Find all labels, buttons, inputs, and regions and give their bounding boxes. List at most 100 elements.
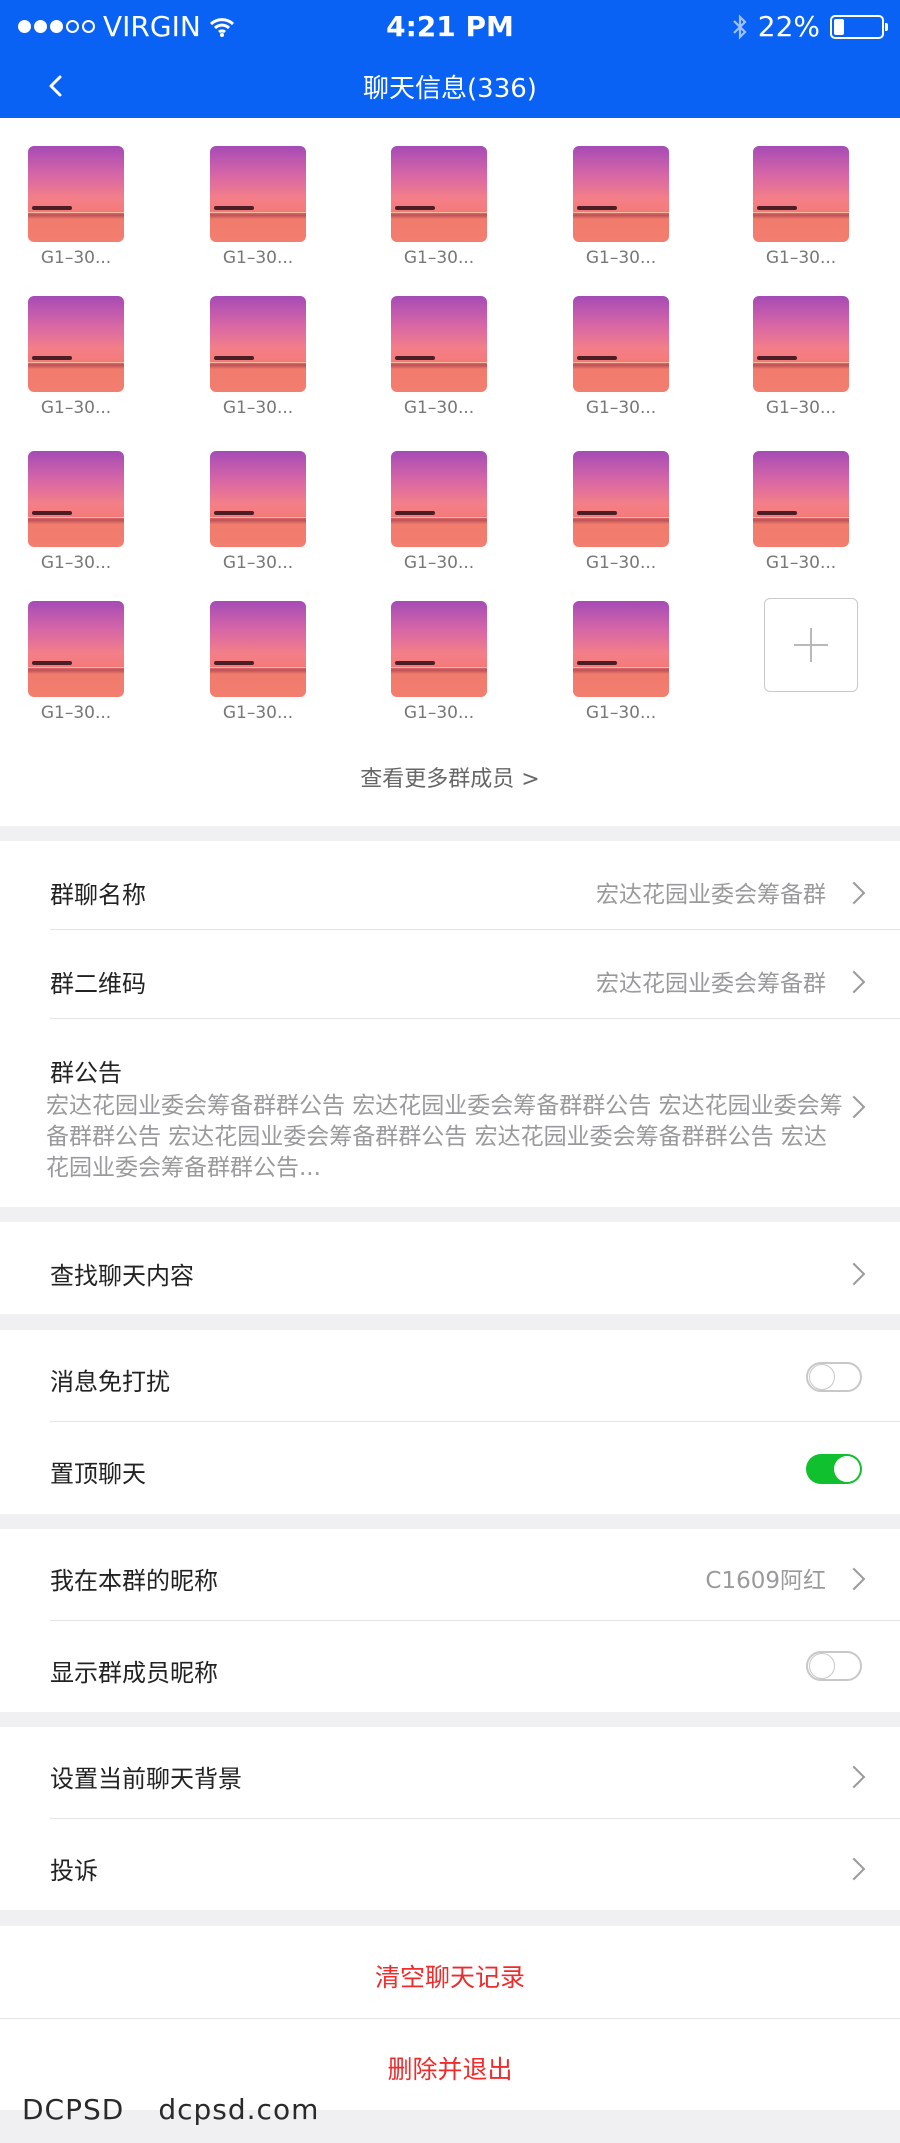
group-name-label: 群聊名称	[50, 881, 146, 909]
avatar	[210, 601, 306, 697]
pin-toggle[interactable]	[806, 1454, 862, 1484]
chevron-right-icon	[842, 970, 866, 994]
member-item[interactable]: G1–30...	[16, 146, 136, 268]
group-notice-label: 群公告	[50, 1059, 122, 1087]
member-name: G1–30...	[585, 553, 657, 573]
member-item[interactable]: G1–30...	[379, 296, 499, 418]
avatar	[753, 146, 849, 242]
group-qrcode-value: 宏达花园业委会筹备群	[596, 971, 826, 997]
member-name: G1–30...	[40, 553, 112, 573]
member-item[interactable]: G1–30...	[379, 146, 499, 268]
report-label: 投诉	[50, 1857, 98, 1885]
my-nickname-label: 我在本群的昵称	[50, 1567, 218, 1595]
member-item[interactable]: G1–30...	[561, 296, 681, 418]
avatar	[391, 601, 487, 697]
watermark-site: dcpsd.com	[158, 2093, 320, 2126]
member-item[interactable]: G1–30...	[561, 146, 681, 268]
my-nickname-value: C1609阿红	[705, 1568, 826, 1594]
mute-toggle[interactable]	[806, 1362, 862, 1392]
member-item[interactable]: G1–30...	[198, 601, 318, 723]
battery-percent: 22%	[757, 10, 820, 43]
member-name: G1–30...	[222, 398, 294, 418]
member-item[interactable]: G1–30...	[741, 146, 861, 268]
actions-section: 清空聊天记录 删除并退出	[0, 1926, 900, 2110]
group-notice-row[interactable]: 群公告 宏达花园业委会筹备群群公告 宏达花园业委会筹备群群公告 宏达花园业委会筹…	[0, 1019, 900, 1207]
member-item[interactable]: G1–30...	[16, 451, 136, 573]
avatar	[573, 146, 669, 242]
bluetooth-icon	[732, 13, 747, 40]
member-name: G1–30...	[403, 398, 475, 418]
avatar	[391, 451, 487, 547]
view-more-members-link[interactable]: 查看更多群成员 >	[0, 761, 900, 793]
watermark-brand: DCPSD	[22, 2093, 125, 2126]
avatar	[28, 601, 124, 697]
group-info-section: 群聊名称 宏达花园业委会筹备群 群二维码 宏达花园业委会筹备群 群公告 宏达花园…	[0, 841, 900, 1207]
avatar	[573, 451, 669, 547]
settings-section: 消息免打扰 置顶聊天	[0, 1330, 900, 1514]
status-bar: VIRGIN 4:21 PM 22%	[0, 0, 900, 54]
member-name: G1–30...	[40, 398, 112, 418]
member-item[interactable]: G1–30...	[198, 146, 318, 268]
avatar	[573, 296, 669, 392]
search-section: 查找聊天内容	[0, 1222, 900, 1314]
chat-background-row[interactable]: 设置当前聊天背景	[0, 1727, 900, 1818]
avatar	[391, 146, 487, 242]
member-name: G1–30...	[40, 248, 112, 268]
member-name: G1–30...	[765, 553, 837, 573]
search-chat-row[interactable]: 查找聊天内容	[0, 1222, 900, 1314]
group-name-value: 宏达花园业委会筹备群	[596, 882, 826, 908]
group-notice-text: 宏达花园业委会筹备群群公告 宏达花园业委会筹备群群公告 宏达花园业委会筹备群群公…	[46, 1093, 843, 1181]
watermark: DCPSD dcpsd.com	[22, 2093, 319, 2126]
show-nickname-label: 显示群成员昵称	[50, 1659, 218, 1687]
member-item[interactable]: G1–30...	[16, 296, 136, 418]
member-item[interactable]: G1–30...	[561, 451, 681, 573]
other-section: 设置当前聊天背景 投诉	[0, 1727, 900, 1910]
member-item[interactable]: G1–30...	[561, 601, 681, 723]
avatar	[210, 296, 306, 392]
show-nickname-row: 显示群成员昵称	[0, 1621, 900, 1712]
clear-history-button[interactable]: 清空聊天记录	[0, 1958, 900, 1994]
chevron-right-icon	[842, 881, 866, 905]
member-name: G1–30...	[222, 553, 294, 573]
chevron-right-icon	[842, 1262, 866, 1286]
pin-label: 置顶聊天	[50, 1460, 146, 1488]
member-grid: G1–30... G1–30... G1–30... G1–30... G1–30...…	[0, 118, 900, 826]
mute-row: 消息免打扰	[0, 1330, 900, 1421]
member-name: G1–30...	[765, 398, 837, 418]
avatar	[391, 296, 487, 392]
avatar	[28, 146, 124, 242]
chevron-right-icon	[842, 1857, 866, 1881]
my-nickname-row[interactable]: 我在本群的昵称 C1609阿红	[0, 1529, 900, 1620]
add-member-button[interactable]	[764, 598, 858, 692]
divider	[0, 2018, 900, 2019]
member-name: G1–30...	[222, 703, 294, 723]
avatar	[753, 451, 849, 547]
mute-label: 消息免打扰	[50, 1368, 170, 1396]
report-row[interactable]: 投诉	[0, 1819, 900, 1910]
member-item[interactable]: G1–30...	[198, 296, 318, 418]
nickname-section: 我在本群的昵称 C1609阿红 显示群成员昵称	[0, 1529, 900, 1712]
show-nickname-toggle[interactable]	[806, 1651, 862, 1681]
avatar	[210, 146, 306, 242]
member-name: G1–30...	[40, 703, 112, 723]
chevron-right-icon	[842, 1095, 866, 1119]
member-item[interactable]: G1–30...	[16, 601, 136, 723]
member-item[interactable]: G1–30...	[379, 601, 499, 723]
chevron-right-icon	[842, 1567, 866, 1591]
member-name: G1–30...	[585, 703, 657, 723]
group-qrcode-row[interactable]: 群二维码 宏达花园业委会筹备群	[0, 930, 900, 1018]
avatar	[210, 451, 306, 547]
member-name: G1–30...	[765, 248, 837, 268]
member-item[interactable]: G1–30...	[198, 451, 318, 573]
member-item[interactable]: G1–30...	[741, 296, 861, 418]
member-item[interactable]: G1–30...	[741, 451, 861, 573]
member-name: G1–30...	[403, 248, 475, 268]
chat-background-label: 设置当前聊天背景	[50, 1765, 242, 1793]
avatar	[28, 451, 124, 547]
member-name: G1–30...	[403, 553, 475, 573]
battery-icon	[830, 14, 888, 39]
chevron-right-icon	[842, 1765, 866, 1789]
member-item[interactable]: G1–30...	[379, 451, 499, 573]
group-name-row[interactable]: 群聊名称 宏达花园业委会筹备群	[0, 841, 900, 929]
delete-exit-button[interactable]: 删除并退出	[0, 2050, 900, 2086]
